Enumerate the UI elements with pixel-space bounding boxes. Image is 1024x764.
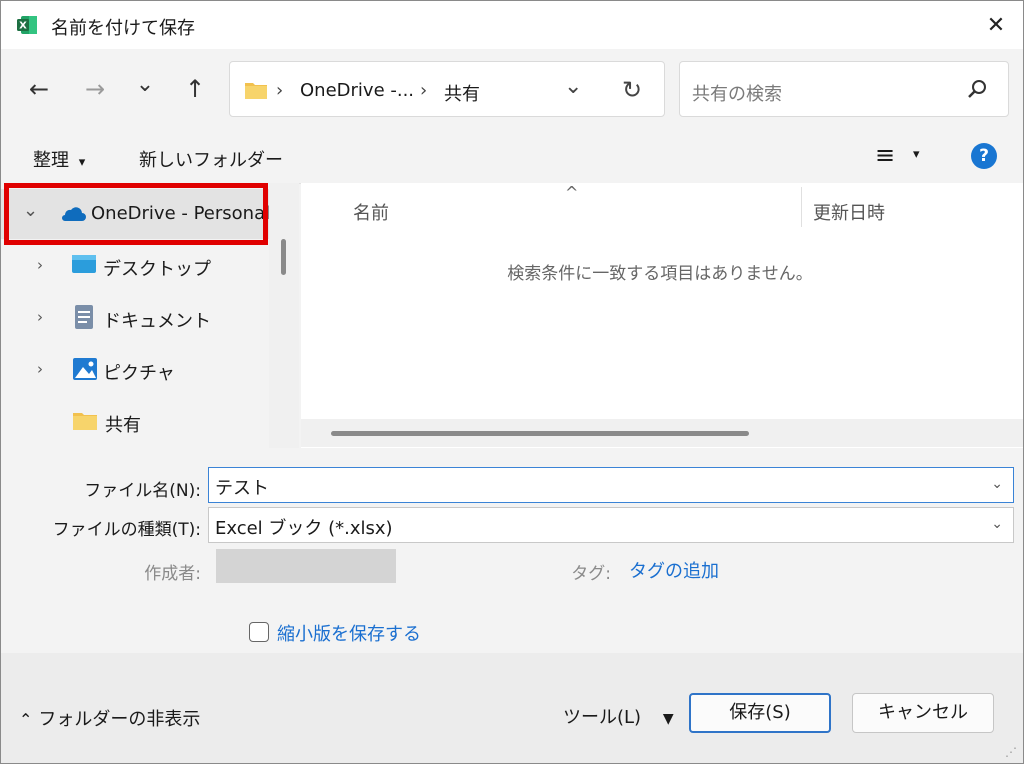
chevron-down-icon[interactable]: ⌄ bbox=[991, 476, 1003, 492]
new-folder-button[interactable]: 新しいフォルダー bbox=[139, 146, 283, 172]
caret-down-icon: ▼ bbox=[662, 711, 674, 727]
filetype-label: ファイルの種類(T): bbox=[52, 520, 201, 540]
tree-item-pictures[interactable]: › ピクチャ bbox=[1, 345, 281, 395]
organize-label: 整理 bbox=[33, 150, 69, 171]
save-thumbnail-label[interactable]: 縮小版を保存する bbox=[277, 620, 421, 646]
folder-icon bbox=[72, 411, 98, 435]
back-arrow-icon[interactable]: ← bbox=[21, 71, 57, 107]
column-header-name[interactable]: 名前 bbox=[353, 199, 389, 225]
filename-field[interactable]: テスト ⌄ bbox=[208, 467, 1014, 503]
highlight-annotation bbox=[4, 183, 268, 245]
desktop-icon bbox=[71, 253, 97, 279]
search-box[interactable]: 共有の検索 bbox=[679, 61, 1009, 117]
resize-grip-icon[interactable]: ⋰ bbox=[1005, 745, 1017, 759]
breadcrumb-shared[interactable]: 共有 bbox=[444, 80, 480, 106]
view-options-icon[interactable]: ≡ bbox=[875, 141, 895, 169]
tools-label: ツール(L) bbox=[563, 707, 642, 728]
excel-app-icon: X bbox=[15, 13, 39, 37]
organize-button[interactable]: 整理 ▾ bbox=[33, 146, 85, 172]
documents-icon bbox=[74, 304, 94, 334]
breadcrumb-separator: › bbox=[420, 80, 428, 101]
hide-folders-button[interactable]: ⌃ フォルダーの非表示 bbox=[19, 705, 200, 731]
refresh-icon[interactable]: ↻ bbox=[622, 76, 642, 104]
pictures-icon bbox=[72, 357, 98, 385]
tree-item-shared[interactable]: 共有 bbox=[1, 397, 281, 447]
author-field[interactable] bbox=[216, 549, 396, 583]
chevron-down-icon[interactable]: ⌄ bbox=[991, 516, 1003, 532]
file-list-scroll-thumb[interactable] bbox=[331, 431, 749, 436]
sort-indicator-icon: ^ bbox=[565, 183, 579, 202]
close-icon[interactable]: ✕ bbox=[981, 11, 1011, 41]
recent-locations-icon[interactable]: ⌄ bbox=[127, 67, 163, 103]
filename-input[interactable]: テスト bbox=[215, 474, 269, 500]
search-input[interactable]: 共有の検索 bbox=[692, 80, 782, 106]
tags-label: タグ: bbox=[571, 564, 611, 584]
tree-label: ピクチャ bbox=[103, 363, 175, 384]
filename-label: ファイル名(N): bbox=[84, 481, 201, 501]
svg-text:X: X bbox=[19, 21, 27, 32]
address-bar[interactable]: › OneDrive -... › 共有 ⌄ ↻ bbox=[229, 61, 665, 117]
folder-icon bbox=[244, 80, 268, 104]
author-label: 作成者: bbox=[144, 564, 201, 584]
nav-pane-scrollbar[interactable] bbox=[269, 183, 299, 448]
caret-down-icon: ▾ bbox=[78, 155, 86, 170]
tree-item-documents[interactable]: › ドキュメント bbox=[1, 293, 281, 343]
nav-pane-scroll-thumb[interactable] bbox=[281, 239, 286, 275]
breadcrumb-separator: › bbox=[276, 80, 284, 101]
help-icon[interactable]: ? bbox=[971, 143, 997, 169]
chevron-right-icon[interactable]: › bbox=[37, 308, 43, 326]
filetype-value: Excel ブック (*.xlsx) bbox=[215, 518, 393, 539]
chevron-right-icon[interactable]: › bbox=[37, 256, 43, 274]
view-caret-icon[interactable]: ▾ bbox=[913, 147, 920, 162]
save-as-dialog: X 名前を付けて保存 ✕ ← → ⌄ ↑ › OneDrive -... › 共… bbox=[0, 0, 1024, 764]
tree-label: デスクトップ bbox=[103, 259, 211, 280]
chevron-up-icon: ⌃ bbox=[19, 710, 33, 729]
tree-label: ドキュメント bbox=[103, 311, 211, 332]
address-dropdown-icon[interactable]: ⌄ bbox=[564, 74, 582, 99]
forward-arrow-icon[interactable]: → bbox=[77, 71, 113, 107]
save-button[interactable]: 保存(S) bbox=[689, 693, 831, 733]
chevron-right-icon[interactable]: › bbox=[37, 360, 43, 378]
hide-folders-label: フォルダーの非表示 bbox=[38, 709, 201, 730]
filetype-select[interactable]: Excel ブック (*.xlsx) ⌄ bbox=[208, 507, 1014, 543]
file-list-pane bbox=[301, 183, 1023, 448]
search-icon[interactable] bbox=[966, 78, 988, 104]
dialog-title: 名前を付けて保存 bbox=[51, 18, 195, 39]
up-folder-icon[interactable]: ↑ bbox=[177, 71, 213, 107]
tree-label: 共有 bbox=[105, 415, 141, 436]
column-divider[interactable] bbox=[801, 187, 802, 227]
add-tag-link[interactable]: タグの追加 bbox=[629, 557, 719, 583]
cancel-button[interactable]: キャンセル bbox=[852, 693, 994, 733]
save-thumbnail-checkbox[interactable] bbox=[249, 622, 269, 642]
tools-button[interactable]: ツール(L) ▼ bbox=[563, 703, 674, 729]
column-header-modified[interactable]: 更新日時 bbox=[813, 199, 885, 225]
tree-item-desktop[interactable]: › デスクトップ bbox=[1, 241, 281, 291]
empty-message: 検索条件に一致する項目はありません。 bbox=[507, 264, 813, 284]
breadcrumb-onedrive[interactable]: OneDrive -... bbox=[300, 80, 414, 101]
